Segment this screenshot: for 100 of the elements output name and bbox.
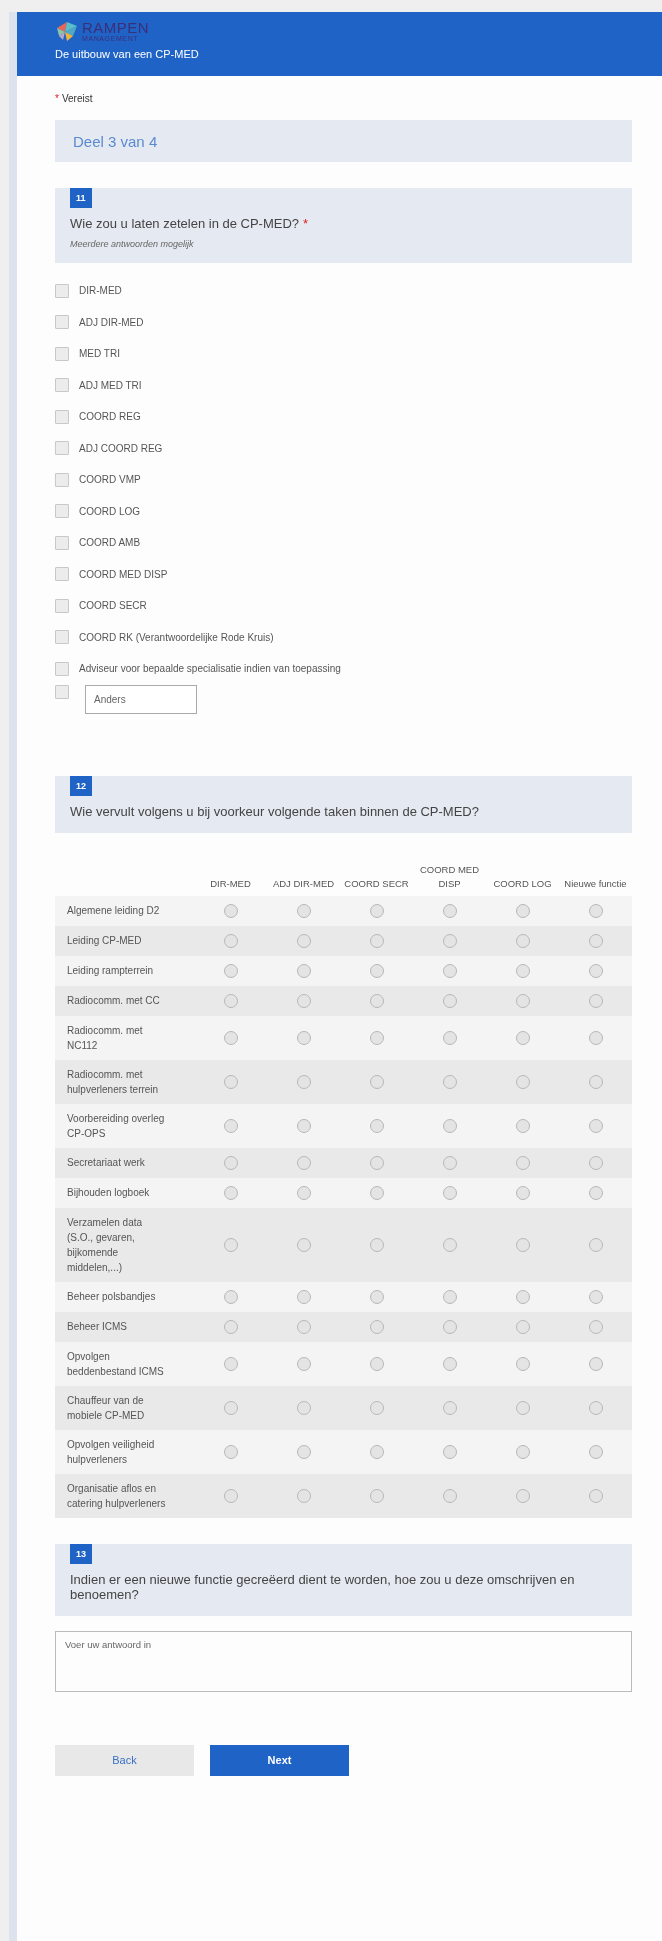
radio-button[interactable] xyxy=(442,963,457,978)
checkbox[interactable] xyxy=(55,315,69,330)
radio-button[interactable] xyxy=(515,903,530,918)
radio-button[interactable] xyxy=(588,963,603,978)
radio-button[interactable] xyxy=(223,1118,238,1133)
radio-button[interactable] xyxy=(515,993,530,1008)
radio-button[interactable] xyxy=(296,1319,311,1334)
radio-button[interactable] xyxy=(369,903,384,918)
radio-button[interactable] xyxy=(515,1289,530,1304)
radio-button[interactable] xyxy=(223,1400,238,1415)
radio-button[interactable] xyxy=(442,1030,457,1045)
radio-button[interactable] xyxy=(515,1237,530,1252)
radio-button[interactable] xyxy=(515,933,530,948)
checkbox[interactable] xyxy=(55,441,69,456)
radio-button[interactable] xyxy=(515,1444,530,1459)
radio-button[interactable] xyxy=(296,933,311,948)
radio-button[interactable] xyxy=(515,1488,530,1503)
radio-button[interactable] xyxy=(296,1289,311,1304)
radio-button[interactable] xyxy=(369,1400,384,1415)
radio-button[interactable] xyxy=(223,1030,238,1045)
radio-button[interactable] xyxy=(369,1319,384,1334)
radio-button[interactable] xyxy=(223,1074,238,1089)
radio-button[interactable] xyxy=(588,1488,603,1503)
radio-button[interactable] xyxy=(296,1155,311,1170)
radio-button[interactable] xyxy=(442,1155,457,1170)
radio-button[interactable] xyxy=(442,1488,457,1503)
radio-button[interactable] xyxy=(223,1237,238,1252)
radio-button[interactable] xyxy=(442,1289,457,1304)
radio-button[interactable] xyxy=(369,1237,384,1252)
radio-button[interactable] xyxy=(442,1237,457,1252)
radio-button[interactable] xyxy=(296,1400,311,1415)
radio-button[interactable] xyxy=(223,1155,238,1170)
radio-button[interactable] xyxy=(223,1319,238,1334)
radio-button[interactable] xyxy=(515,963,530,978)
radio-button[interactable] xyxy=(223,903,238,918)
radio-button[interactable] xyxy=(296,1185,311,1200)
radio-button[interactable] xyxy=(369,1289,384,1304)
radio-button[interactable] xyxy=(369,1155,384,1170)
checkbox[interactable] xyxy=(55,378,69,393)
checkbox[interactable] xyxy=(55,684,69,699)
radio-button[interactable] xyxy=(588,1319,603,1334)
radio-button[interactable] xyxy=(223,1444,238,1459)
radio-button[interactable] xyxy=(515,1400,530,1415)
radio-button[interactable] xyxy=(442,933,457,948)
radio-button[interactable] xyxy=(588,1118,603,1133)
radio-button[interactable] xyxy=(223,963,238,978)
radio-button[interactable] xyxy=(588,903,603,918)
radio-button[interactable] xyxy=(369,1118,384,1133)
radio-button[interactable] xyxy=(296,1444,311,1459)
radio-button[interactable] xyxy=(296,903,311,918)
checkbox[interactable] xyxy=(55,567,69,582)
radio-button[interactable] xyxy=(442,1074,457,1089)
checkbox[interactable] xyxy=(55,598,69,613)
checkbox[interactable] xyxy=(55,535,69,550)
radio-button[interactable] xyxy=(223,993,238,1008)
answer-field[interactable]: Voer uw antwoord in xyxy=(55,1630,632,1692)
radio-button[interactable] xyxy=(369,1185,384,1200)
radio-button[interactable] xyxy=(442,1118,457,1133)
checkbox[interactable] xyxy=(55,504,69,519)
radio-button[interactable] xyxy=(588,1185,603,1200)
radio-button[interactable] xyxy=(296,1030,311,1045)
checkbox[interactable] xyxy=(55,409,69,424)
radio-button[interactable] xyxy=(442,993,457,1008)
radio-button[interactable] xyxy=(296,963,311,978)
radio-button[interactable] xyxy=(588,1074,603,1089)
radio-button[interactable] xyxy=(515,1319,530,1334)
radio-button[interactable] xyxy=(515,1356,530,1371)
radio-button[interactable] xyxy=(588,1289,603,1304)
radio-button[interactable] xyxy=(296,1237,311,1252)
radio-button[interactable] xyxy=(442,1185,457,1200)
radio-button[interactable] xyxy=(223,1185,238,1200)
radio-button[interactable] xyxy=(515,1118,530,1133)
radio-button[interactable] xyxy=(296,1488,311,1503)
radio-button[interactable] xyxy=(588,993,603,1008)
back-button[interactable]: Back xyxy=(55,1744,194,1776)
radio-button[interactable] xyxy=(442,1319,457,1334)
radio-button[interactable] xyxy=(296,1074,311,1089)
radio-button[interactable] xyxy=(588,1030,603,1045)
radio-button[interactable] xyxy=(369,963,384,978)
checkbox[interactable] xyxy=(55,630,69,645)
radio-button[interactable] xyxy=(369,1444,384,1459)
next-button[interactable]: Next xyxy=(210,1744,349,1776)
checkbox[interactable] xyxy=(55,283,69,298)
radio-button[interactable] xyxy=(369,993,384,1008)
radio-button[interactable] xyxy=(296,1118,311,1133)
radio-button[interactable] xyxy=(223,1289,238,1304)
radio-button[interactable] xyxy=(223,933,238,948)
other-field[interactable]: Anders xyxy=(85,684,197,714)
radio-button[interactable] xyxy=(515,1030,530,1045)
radio-button[interactable] xyxy=(296,1356,311,1371)
radio-button[interactable] xyxy=(515,1155,530,1170)
checkbox[interactable] xyxy=(55,661,69,676)
radio-button[interactable] xyxy=(223,1488,238,1503)
radio-button[interactable] xyxy=(588,1237,603,1252)
checkbox[interactable] xyxy=(55,346,69,361)
radio-button[interactable] xyxy=(442,1356,457,1371)
radio-button[interactable] xyxy=(442,1444,457,1459)
radio-button[interactable] xyxy=(369,1030,384,1045)
radio-button[interactable] xyxy=(588,933,603,948)
radio-button[interactable] xyxy=(442,903,457,918)
